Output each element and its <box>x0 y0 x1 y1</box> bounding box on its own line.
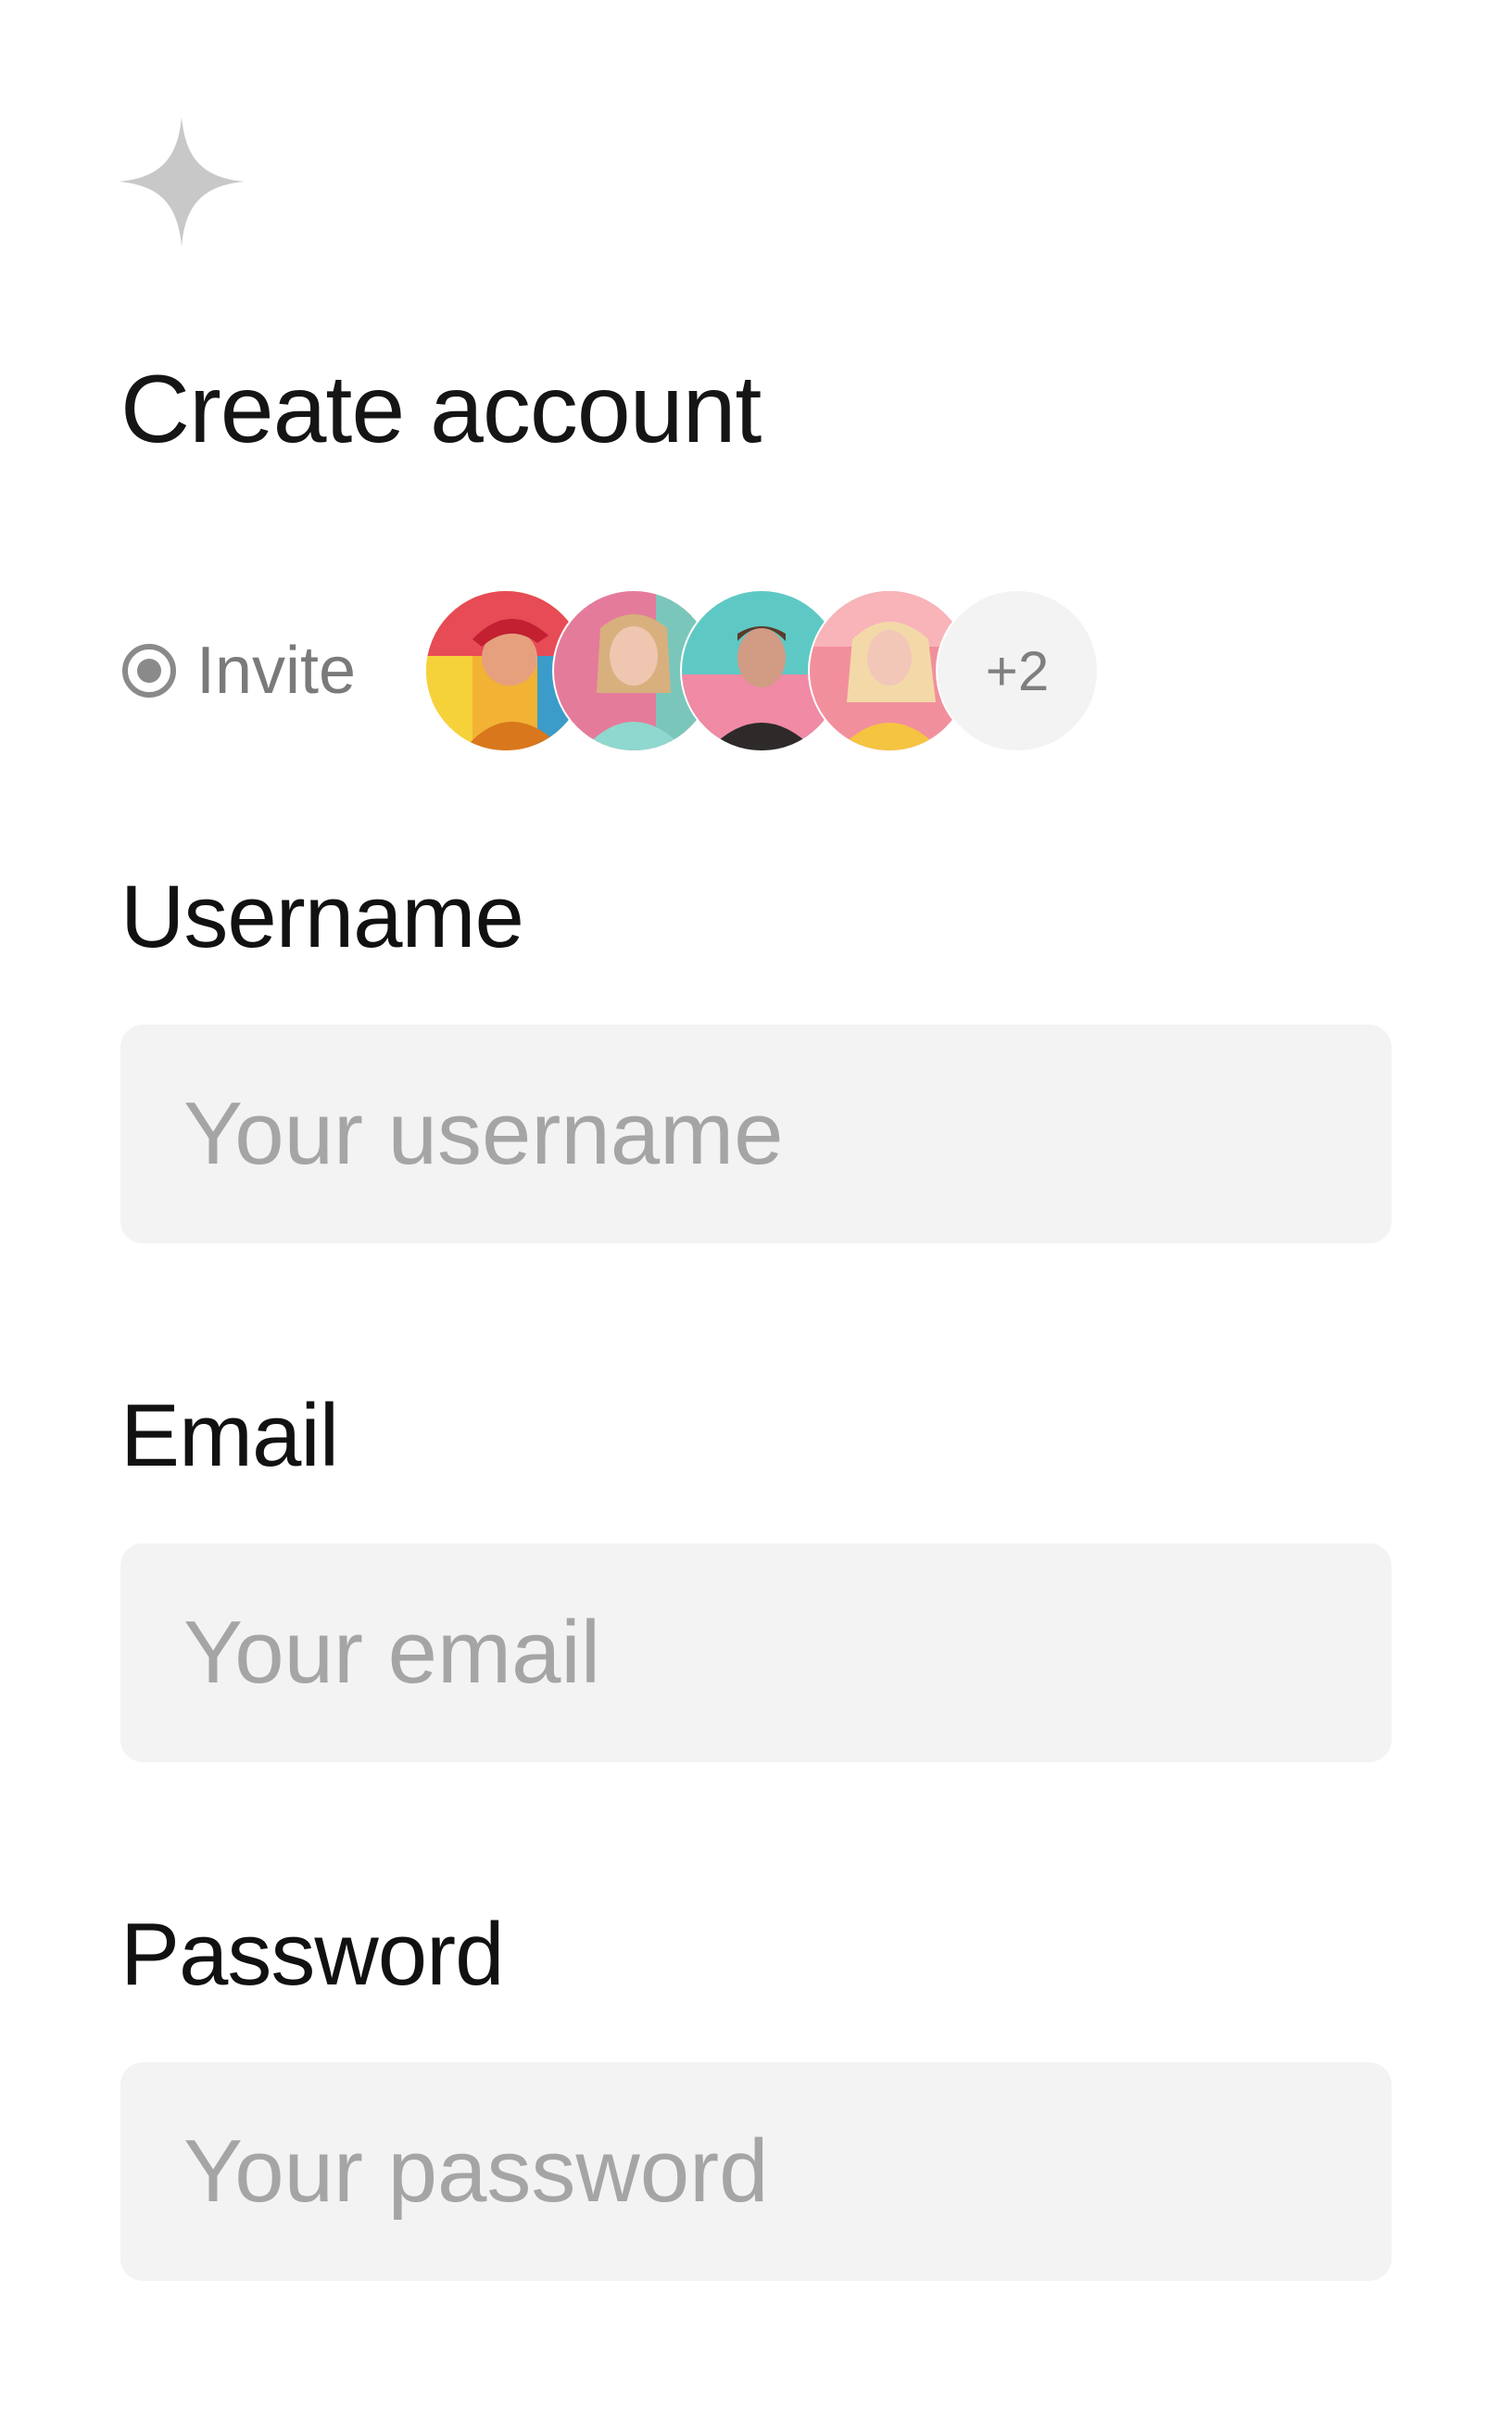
invite-row: Invite +2 <box>120 589 1097 752</box>
avatar-group: +2 <box>426 589 1097 752</box>
invite-button[interactable]: Invite <box>120 637 356 704</box>
more-avatars-badge[interactable]: +2 <box>938 591 1097 750</box>
email-label: Email <box>120 1386 339 1485</box>
invite-label: Invite <box>196 634 357 708</box>
password-label: Password <box>120 1905 504 2004</box>
password-input[interactable] <box>120 2062 1392 2281</box>
radio-icon <box>120 642 178 699</box>
sparkle-icon <box>119 117 245 246</box>
page-title: Create account <box>120 356 762 463</box>
username-label: Username <box>120 867 524 966</box>
username-input[interactable] <box>120 1025 1392 1243</box>
email-input[interactable] <box>120 1543 1392 1762</box>
